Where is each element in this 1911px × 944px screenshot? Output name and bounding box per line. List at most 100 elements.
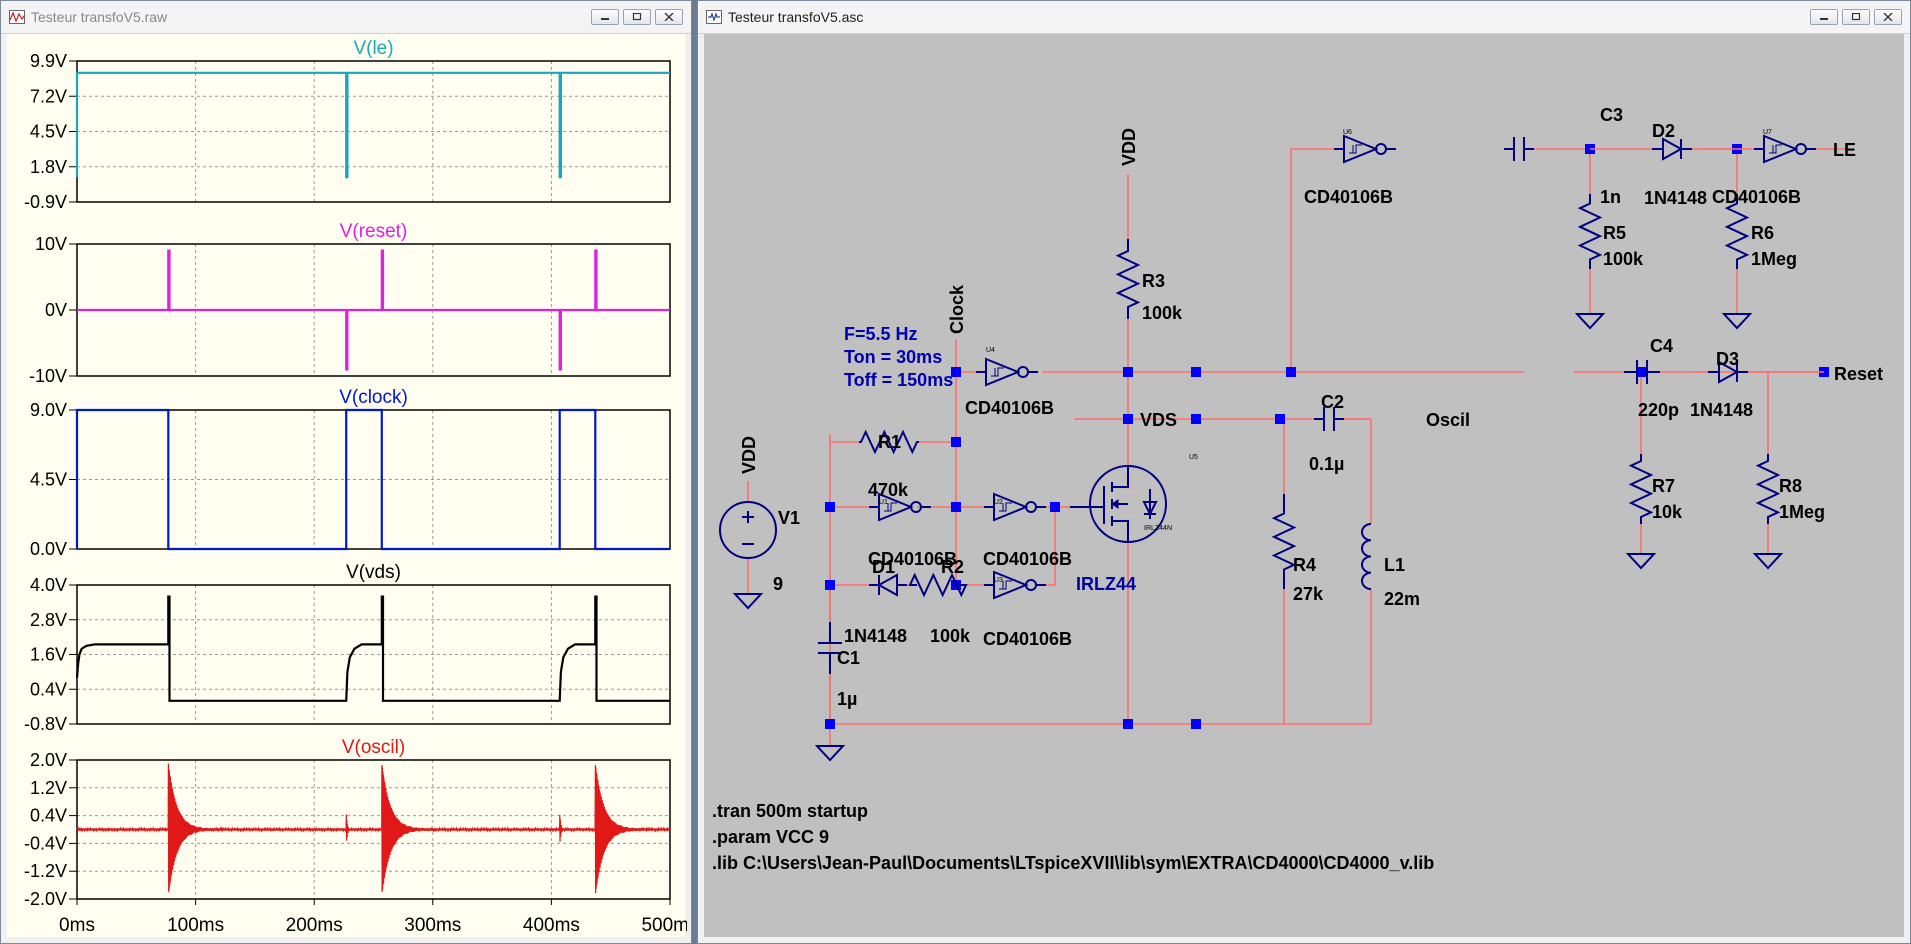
resistor-r3[interactable]	[1115, 239, 1141, 319]
resistor-symbol	[1271, 494, 1297, 589]
y-tick-label: 4.0V	[30, 575, 67, 595]
waveform-window[interactable]: Testeur transfoV5.raw V(le) 9.9V 7.2V 4.5V 1…	[0, 0, 692, 944]
diode-d1[interactable]	[869, 573, 907, 597]
component-label: C4	[1650, 336, 1673, 356]
ground-r6[interactable]	[1721, 313, 1753, 330]
voltage-source-v1[interactable]	[719, 501, 777, 559]
ground-r5[interactable]	[1574, 313, 1606, 330]
inductor-l1[interactable]	[1361, 523, 1372, 590]
waveform-plot-pane[interactable]: V(le) 9.9V 7.2V 4.5V 1.8V -0.9V V(reset) 10V 0V -…	[7, 34, 687, 939]
ground-icon	[1574, 313, 1606, 330]
trace-le[interactable]	[75, 71, 670, 179]
inverter-u2[interactable]	[984, 492, 1046, 522]
spice-directive: .tran 500m startup	[712, 801, 868, 821]
ground-v1[interactable]	[732, 593, 764, 610]
junction-dot[interactable]	[1123, 719, 1133, 729]
junction-dot[interactable]	[1050, 502, 1060, 512]
junction-dot[interactable]	[1275, 414, 1285, 424]
trace-vds[interactable]	[75, 595, 670, 702]
inverter-u4[interactable]	[976, 357, 1038, 387]
junction-dot[interactable]	[951, 502, 961, 512]
inverter-triangle	[984, 492, 1029, 522]
component-label: 220p	[1638, 400, 1679, 420]
y-tick-label: 1.2V	[30, 778, 67, 798]
plot-title: V(le)	[353, 38, 393, 59]
plot-title: V(vds)	[346, 562, 401, 583]
junction-dot[interactable]	[1123, 367, 1133, 377]
minimize-icon	[601, 18, 609, 20]
schematic-canvas[interactable]: C3 1n D2 1N4148 R5 100k R6 1Meg CD40106B CD40106B…	[704, 34, 1904, 937]
y-tick-label: 4.5V	[30, 470, 67, 490]
junction-dot[interactable]	[1286, 367, 1296, 377]
y-tick-label: 1.6V	[30, 645, 67, 665]
component-label: 1µ	[837, 689, 857, 709]
y-tick-label: 0.0V	[30, 539, 67, 559]
waveform-close-button[interactable]	[655, 9, 683, 25]
trace-oscil[interactable]	[76, 763, 671, 894]
component-label: D3	[1716, 349, 1739, 369]
junction-dot[interactable]	[825, 502, 835, 512]
component-label: VDS	[1140, 410, 1177, 430]
component-label: 1N4148	[1644, 188, 1707, 208]
inverter-u3[interactable]	[984, 570, 1046, 600]
component-label: Reset	[1834, 364, 1883, 384]
refdes-u5: U5	[1189, 454, 1198, 461]
schematic-titlebar[interactable]: Testeur transfoV5.asc	[698, 1, 1910, 34]
ground-r7[interactable]	[1625, 553, 1657, 570]
diode-symbol	[876, 573, 898, 597]
resistor-r2[interactable]	[908, 572, 968, 598]
close-icon	[1883, 13, 1893, 21]
resistor-r4[interactable]	[1271, 494, 1297, 589]
junction-dot[interactable]	[1123, 414, 1133, 424]
refdes-u6: U6	[1343, 129, 1352, 136]
hysteresis-icon	[1769, 144, 1782, 154]
hysteresis-icon	[1349, 144, 1362, 154]
capacitor-symbol	[1504, 137, 1534, 161]
resistor-symbol	[1755, 454, 1781, 524]
resistor-r7[interactable]	[1628, 454, 1654, 524]
junction-dot[interactable]	[825, 719, 835, 729]
close-icon	[664, 13, 674, 21]
schematic-minimize-button[interactable]	[1810, 9, 1838, 25]
trace-reset[interactable]	[77, 249, 670, 371]
resistor-r8[interactable]	[1755, 454, 1781, 524]
y-tick-label: -2.0V	[24, 889, 67, 909]
waveform-minimize-button[interactable]	[591, 9, 619, 25]
y-tick-label: 10V	[35, 234, 67, 254]
waveform-titlebar[interactable]: Testeur transfoV5.raw	[1, 1, 691, 34]
waveform-window-controls	[591, 9, 683, 25]
schematic-restore-button[interactable]	[1842, 9, 1870, 25]
y-tick-label: -1.2V	[24, 861, 67, 881]
schematic-window[interactable]: Testeur transfoV5.asc C3 1n D2 1N4148 R5 100k…	[697, 0, 1911, 944]
component-label: 100k	[1603, 249, 1644, 269]
inverter-u6[interactable]	[1334, 134, 1396, 164]
inverter-u7[interactable]	[1754, 134, 1816, 164]
schematic-close-button[interactable]	[1874, 9, 1902, 25]
junction-dot[interactable]	[1191, 414, 1201, 424]
component-label: D2	[1652, 121, 1675, 141]
x-tick-label: 500ms	[641, 915, 687, 936]
junction-dot[interactable]	[825, 580, 835, 590]
waveform-restore-button[interactable]	[623, 9, 651, 25]
plot-oscil[interactable]: V(oscil) 2.0V 1.2V 0.4V -0.4V -1.2V -2.0V 0ms 10…	[24, 737, 687, 936]
schematic-drawing[interactable]: C3 1n D2 1N4148 R5 100k R6 1Meg CD40106B CD40106B…	[704, 34, 1906, 939]
diode-d2[interactable]	[1652, 137, 1692, 161]
junction-dot[interactable]	[951, 437, 961, 447]
ground-r8[interactable]	[1752, 553, 1784, 570]
component-label: R6	[1751, 223, 1774, 243]
junction-dot[interactable]	[1191, 719, 1201, 729]
plot-le[interactable]: V(le) 9.9V 7.2V 4.5V 1.8V -0.9V	[24, 38, 671, 212]
capacitor-c3[interactable]	[1504, 137, 1534, 161]
component-label: C2	[1321, 392, 1344, 412]
resistor-symbol	[908, 572, 968, 598]
model-tag: IRLZ44N	[1144, 525, 1172, 532]
plot-clock[interactable]: V(clock) 9.0V 4.5V 0.0V	[30, 387, 671, 559]
ground-main[interactable]	[814, 745, 846, 762]
plot-reset[interactable]: V(reset) 10V 0V -10V	[29, 221, 671, 386]
junction-dot[interactable]	[1191, 367, 1201, 377]
plot-vds[interactable]: V(vds) 4.0V 2.8V 1.6V 0.4V -0.8V	[24, 562, 671, 734]
y-tick-label: 0.4V	[30, 679, 67, 699]
waveform-plots[interactable]: V(le) 9.9V 7.2V 4.5V 1.8V -0.9V V(reset) 10V 0V -…	[7, 34, 687, 939]
resistor-r5[interactable]	[1577, 194, 1603, 269]
ground-icon	[1625, 553, 1657, 570]
